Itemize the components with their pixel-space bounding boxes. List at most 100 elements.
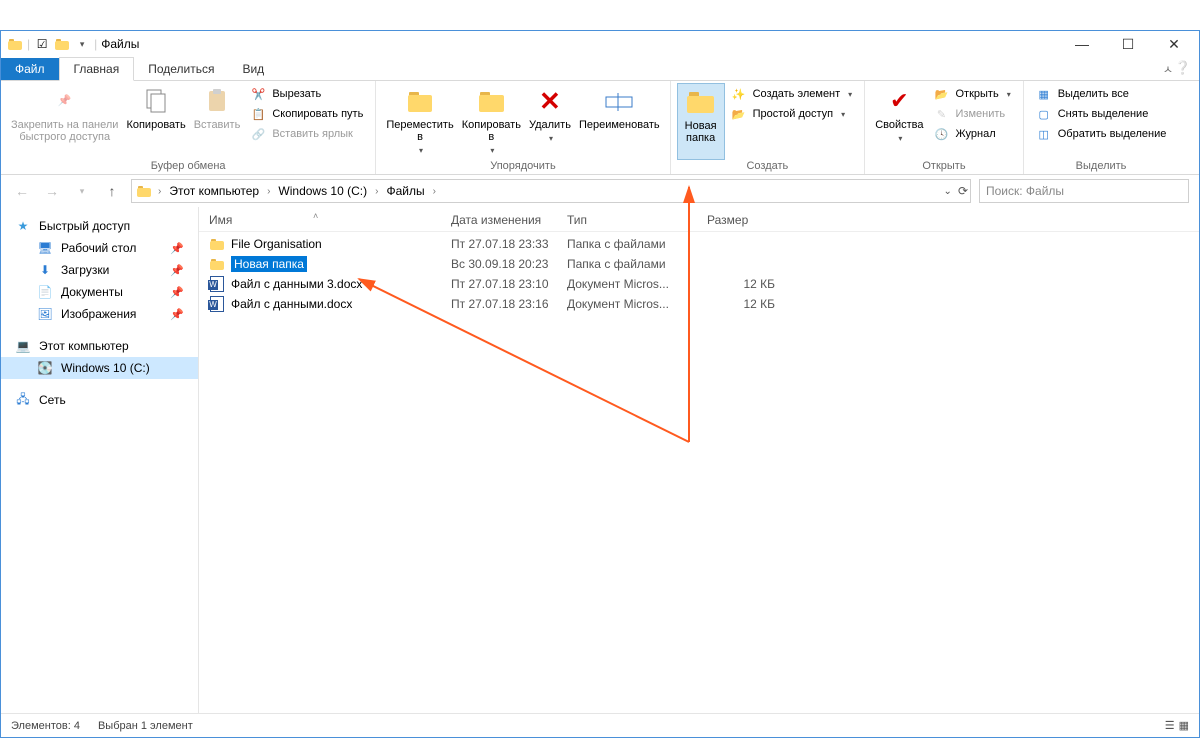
filename-label: File Organisation [231,237,322,251]
new-item-icon: ✨ [731,86,747,102]
refresh-icon[interactable]: ⟳ [958,184,968,198]
crumb-this-pc[interactable]: Этот компьютер [167,184,261,198]
group-organize-label: Упорядочить [382,160,663,174]
filename-edit-input[interactable]: Новая папка [231,256,307,272]
pin-quickaccess-button[interactable]: 📌 Закрепить на панели быстрого доступа [7,83,122,160]
sidebar-desktop[interactable]: 🖥Рабочий стол📌 [1,237,198,259]
close-button[interactable]: ✕ [1151,31,1197,57]
title-bar: | ☑ ▾ | Файлы ― ☐ ✕ [1,31,1199,57]
chevron-right-icon[interactable]: › [154,186,165,197]
pc-icon: 💻 [15,338,31,354]
delete-button[interactable]: ✕ Удалить▾ [525,83,575,160]
search-input[interactable]: Поиск: Файлы [979,179,1189,203]
nav-forward-button[interactable]: → [41,180,63,202]
filename-label: Файл с данными 3.docx [231,277,362,291]
address-dropdown-icon[interactable]: ⌄ [944,186,952,197]
select-all-button[interactable]: ▦Выделить все [1032,85,1171,103]
file-row[interactable]: Новая папкаВс 30.09.18 20:23Папка с файл… [199,254,1199,274]
file-type: Документ Micros... [561,277,701,291]
group-clipboard: 📌 Закрепить на панели быстрого доступа К… [1,81,376,174]
copy-path-button[interactable]: 📋Скопировать путь [246,105,367,123]
crumb-folder[interactable]: Файлы [384,184,426,198]
properties-button[interactable]: ✔ Свойства▾ [871,83,927,160]
nav-up-button[interactable]: ↑ [101,180,123,202]
copy-to-button[interactable]: Копировать в▾ [458,83,525,160]
cut-button[interactable]: ✂️Вырезать [246,85,367,103]
open-button[interactable]: 📂Открыть▾ [930,85,1015,103]
sidebar-this-pc[interactable]: 💻Этот компьютер [1,335,198,357]
shortcut-icon: 🔗 [250,126,266,142]
copy-icon [140,85,172,117]
paste-icon [201,85,233,117]
view-large-icon[interactable]: ▦ [1179,719,1189,732]
file-row[interactable]: File OrganisationПт 27.07.18 23:33Папка … [199,234,1199,254]
sidebar-network[interactable]: 🖧Сеть [1,389,198,411]
file-date: Пт 27.07.18 23:10 [445,277,561,291]
history-button[interactable]: 🕓Журнал [930,125,1015,143]
open-icon: 📂 [934,86,950,102]
file-row[interactable]: Файл с данными.docxПт 27.07.18 23:16Доку… [199,294,1199,314]
minimize-button[interactable]: ― [1059,31,1105,57]
move-to-button[interactable]: Переместить в▾ [382,83,457,160]
view-details-icon[interactable]: ☰ [1165,719,1175,732]
paste-shortcut-button[interactable]: 🔗Вставить ярлык [246,125,367,143]
col-name[interactable]: Имя˄ [203,213,445,227]
qat-folder-icon[interactable] [54,36,70,52]
qat-checkbox-icon[interactable]: ☑ [34,36,50,52]
tab-file[interactable]: Файл [1,58,59,80]
group-clipboard-label: Буфер обмена [7,160,369,174]
sidebar-drive-c[interactable]: 💽Windows 10 (C:) [1,357,198,379]
rename-button[interactable]: Переименовать [575,83,664,160]
sidebar-downloads[interactable]: ⬇Загрузки📌 [1,259,198,281]
tab-home[interactable]: Главная [59,57,135,81]
file-type: Папка с файлами [561,237,701,251]
select-none-icon: ▢ [1036,106,1052,122]
col-date[interactable]: Дата изменения [445,213,561,227]
file-date: Пт 27.07.18 23:16 [445,297,561,311]
file-rows: File OrganisationПт 27.07.18 23:33Папка … [199,232,1199,316]
nav-back-button[interactable]: ← [11,180,33,202]
chevron-right-icon[interactable]: › [263,186,274,197]
explorer-window: | ☑ ▾ | Файлы ― ☐ ✕ Файл Главная Поделит… [0,30,1200,738]
new-item-button[interactable]: ✨Создать элемент▾ [727,85,857,103]
qat-dropdown-icon[interactable]: ▾ [74,36,90,52]
group-new-label: Создать [677,160,859,174]
crumb-drive[interactable]: Windows 10 (C:) [276,184,369,198]
chevron-right-icon[interactable]: › [371,186,382,197]
col-size[interactable]: Размер [701,213,781,227]
file-row[interactable]: Файл с данными 3.docx Пт 27.07.18 23:10До… [199,274,1199,294]
copy-to-icon [475,85,507,117]
help-icon[interactable]: ❔ [1175,60,1191,76]
pin-icon: 📌 [170,286,184,299]
copy-button[interactable]: Копировать [122,83,189,160]
file-type: Папка с файлами [561,257,701,271]
collapse-ribbon-icon[interactable]: ㅅ [1163,61,1173,77]
new-folder-button[interactable]: Новая папка [677,83,725,160]
sidebar-pictures[interactable]: 🖼Изображения📌 [1,303,198,325]
maximize-button[interactable]: ☐ [1105,31,1151,57]
folder-icon [209,256,225,272]
pin-icon: 📌 [170,264,184,277]
paste-button[interactable]: Вставить [190,83,245,160]
col-type[interactable]: Тип [561,213,701,227]
select-none-button[interactable]: ▢Снять выделение [1032,105,1171,123]
sidebar-documents[interactable]: 📄Документы📌 [1,281,198,303]
pin-icon: 📌 [170,242,184,255]
sidebar-quick-access[interactable]: ★Быстрый доступ [1,215,198,237]
status-bar: Элементов: 4 Выбран 1 элемент ☰ ▦ [1,713,1199,737]
address-bar[interactable]: › Этот компьютер › Windows 10 (C:) › Фай… [131,179,971,203]
invert-icon: ◫ [1036,126,1052,142]
status-count: Элементов: 4 [11,720,80,732]
chevron-right-icon[interactable]: › [429,186,440,197]
easy-access-button[interactable]: 📂Простой доступ▾ [727,105,857,123]
tab-view[interactable]: Вид [228,58,278,80]
sort-asc-icon: ˄ [313,211,318,221]
tab-share[interactable]: Поделиться [134,58,228,80]
invert-selection-button[interactable]: ◫Обратить выделение [1032,125,1171,143]
edit-button[interactable]: ✎Изменить [930,105,1015,123]
group-open-label: Открыть [871,160,1017,174]
group-open: ✔ Свойства▾ 📂Открыть▾ ✎Изменить 🕓Журнал … [865,81,1024,174]
nav-recent-button[interactable]: ▾ [71,180,93,202]
star-icon: ★ [15,218,31,234]
ribbon-tabs: Файл Главная Поделиться Вид ㅅ ❔ [1,57,1199,81]
